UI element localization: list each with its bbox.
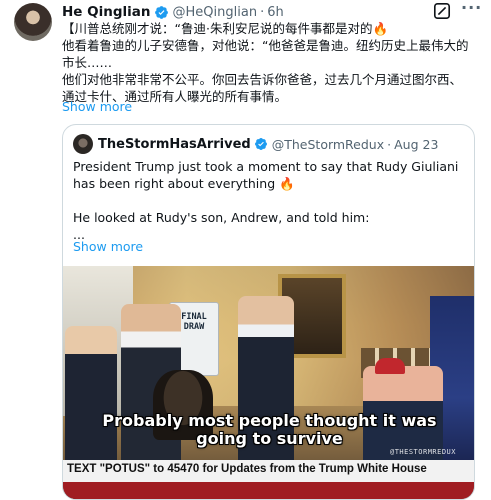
tweet-text-line: 他看着鲁迪的儿子安德鲁，对他说：“他爸爸是鲁迪。纽约历史上最伟大的市长…… [62,38,469,70]
bottom-strip [63,482,474,499]
tweet-top-actions: ··· [433,0,481,20]
author-handle[interactable]: @HeQinglian [173,5,258,20]
show-more-link[interactable]: Show more [62,99,132,114]
tweet[interactable]: He Qinglian @HeQinglian · 6h ··· 【川普总统刚才… [0,0,491,500]
quoted-author-name[interactable]: TheStormHasArrived [98,137,251,152]
separator-dot: · [387,136,392,152]
verified-badge-icon [254,138,267,150]
quoted-tweet[interactable]: TheStormHasArrived @TheStormRedux · Aug … [62,124,475,500]
grok-icon[interactable] [433,2,451,20]
quoted-tweet-header: TheStormHasArrived @TheStormRedux · Aug … [73,134,438,154]
tweet-timestamp[interactable]: 6h [267,5,284,20]
video-caption: Probably most people thought it was goin… [102,411,437,448]
tweet-text-line: 【川普总统刚才说：“鲁迪·朱利安尼说的每件事都是对的🔥 [62,21,389,36]
quoted-text-line: President Trump just took a moment to sa… [73,159,459,191]
video-thumbnail[interactable]: FINAL DRAW Probably most people thought … [63,266,474,499]
more-options-icon[interactable]: ··· [461,0,481,20]
quoted-author-avatar[interactable] [73,134,93,154]
tweet-header: He Qinglian @HeQinglian · 6h [62,3,284,21]
quoted-tweet-timestamp[interactable]: Aug 23 [394,137,438,152]
banner-text: TEXT "POTUS" to 45470 for Updates from t… [67,463,427,475]
red-cap [375,358,405,374]
author-name[interactable]: He Qinglian [62,4,151,20]
quoted-text-spacer [73,192,468,209]
quoted-text-line: He looked at Rudy's son, Andrew, and tol… [73,210,370,225]
quoted-tweet-text: President Trump just took a moment to sa… [73,158,468,243]
author-avatar[interactable] [14,3,52,41]
quoted-show-more-link[interactable]: Show more [73,239,143,254]
tweet-text: 【川普总统刚才说：“鲁迪·朱利安尼说的每件事都是对的🔥 他看着鲁迪的儿子安德鲁，… [62,20,472,105]
video-watermark: @THESTORMREDUX [389,448,456,456]
verified-badge-icon [154,5,168,19]
quoted-author-handle[interactable]: @TheStormRedux [272,137,384,152]
separator-dot: · [260,4,265,20]
